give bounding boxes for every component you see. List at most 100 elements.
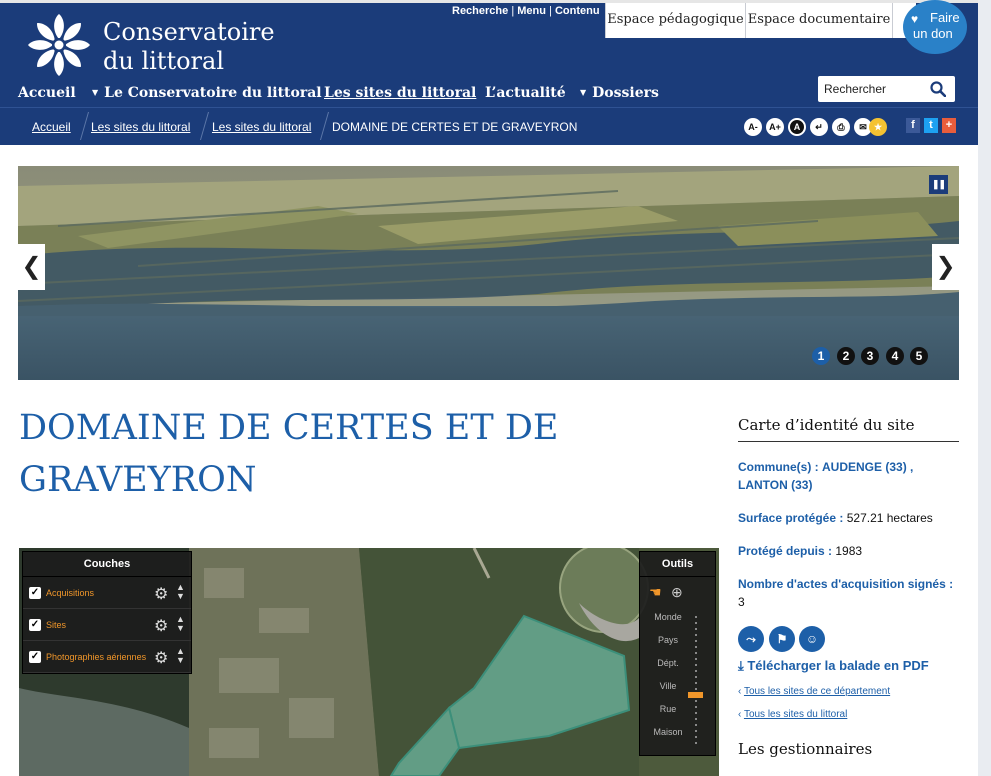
surface-value: 527.21 hectares (846, 511, 933, 525)
site-logo-text[interactable]: Conservatoire du littoral (103, 18, 275, 76)
zoom-level-ville[interactable]: Ville (640, 681, 696, 691)
slider-dot-5[interactable]: 5 (910, 347, 928, 365)
layer-name: Sites (46, 620, 67, 630)
flag-icon[interactable]: ⚑ (769, 626, 795, 652)
nav-actualite[interactable]: L’actualité (485, 85, 566, 101)
twitter-icon[interactable]: t (924, 118, 938, 133)
checkbox-checked-icon[interactable]: ✓ (29, 587, 41, 599)
zoom-level-monde[interactable]: Monde (640, 612, 696, 622)
utility-links: Recherche | Menu | Contenu (452, 5, 600, 17)
gear-icon[interactable]: ⚙ (154, 616, 168, 636)
breadcrumb-accueil[interactable]: Accueil (32, 120, 71, 134)
since-label: Protégé depuis : (738, 544, 833, 558)
donate-label-1: Faire (930, 10, 960, 25)
layers-panel: Couches ✓ Acquisitions ⚙ ▲ ▼ ✓ Sites ⚙ ▲ ▼… (22, 551, 192, 674)
share-plus-icon[interactable]: + (942, 118, 956, 133)
triangle-down-icon: ▼ (92, 87, 99, 97)
tab-espace-pedagogique[interactable]: Espace pédagogique (605, 3, 745, 38)
donate-button[interactable]: ♥ Faire un don (903, 0, 967, 54)
slider-prev-button[interactable]: ❮ (18, 244, 45, 290)
signpost-icon[interactable]: ⤳ (738, 626, 764, 652)
search-icon[interactable] (930, 81, 946, 97)
gear-icon[interactable]: ⚙ (154, 584, 168, 604)
triangle-down-icon: ▼ (580, 87, 587, 97)
star-icon[interactable]: ★ (869, 118, 887, 136)
breadcrumb-current: DOMAINE DE CERTES ET DE GRAVEYRON (332, 120, 578, 134)
link-label: Tous les sites du littoral (743, 709, 848, 720)
zoom-level-rue[interactable]: Rue (640, 704, 696, 714)
logo-line-1: Conservatoire (103, 18, 275, 46)
pan-hand-icon[interactable]: ☚ (649, 584, 662, 601)
zoom-slider-handle[interactable] (688, 692, 703, 698)
acts-field: Nombre d'actes d'acquisition signés : 3 (738, 575, 959, 611)
donate-label-2: un don (913, 26, 953, 41)
nav-accueil[interactable]: Accueil (18, 85, 76, 101)
surface-label: Surface protégée : (738, 511, 844, 525)
tools-panel-title: Outils (640, 552, 715, 577)
acts-label: Nombre d'actes d'acquisition signés : (738, 577, 954, 591)
link-all-sites[interactable]: ‹ Tous les sites du littoral (738, 709, 847, 720)
breadcrumb-separator (79, 112, 90, 140)
print-icon[interactable]: ⎙ (832, 118, 850, 136)
tab-espace-documentaire[interactable]: Espace documentaire (745, 3, 892, 38)
chevron-left-icon: ❮ (21, 252, 42, 280)
order-arrows-icon[interactable]: ▲ ▼ (176, 583, 185, 601)
family-icon[interactable]: ☺ (799, 626, 825, 652)
search-box (818, 76, 955, 102)
page: Conservatoire du littoral Recherche | Me… (0, 0, 978, 776)
pause-icon[interactable]: ❚❚ (929, 175, 948, 194)
utility-recherche-link[interactable]: Recherche (452, 5, 508, 17)
slider-dot-1[interactable]: 1 (812, 347, 830, 365)
contrast-icon[interactable]: A (788, 118, 806, 136)
search-input[interactable] (824, 79, 924, 99)
utility-menu-link[interactable]: Menu (517, 5, 546, 17)
layers-panel-title: Couches (23, 552, 191, 577)
since-value: 1983 (835, 544, 863, 558)
nav-dossiers[interactable]: ▼ Dossiers (580, 85, 659, 101)
breadcrumb-separator (199, 112, 210, 140)
acts-value: 3 (738, 595, 745, 609)
checkbox-checked-icon[interactable]: ✓ (29, 619, 41, 631)
order-arrows-icon[interactable]: ▲ ▼ (176, 647, 185, 665)
chevron-right-icon: ❯ (935, 252, 956, 280)
breadcrumb-separator (319, 112, 330, 140)
link-departement-sites[interactable]: ‹ Tous les sites de ce département (738, 686, 890, 697)
layer-row-sites: ✓ Sites ⚙ ▲ ▼ (23, 611, 191, 641)
logo-line-2: du littoral (103, 47, 224, 75)
page-title: DOMAINE DE CERTES ET DE GRAVEYRON (19, 408, 559, 500)
breadcrumb-sites[interactable]: Les sites du littoral (91, 120, 190, 134)
surface-field: Surface protégée : 527.21 hectares (738, 509, 959, 527)
download-pdf-label: Télécharger la balade en PDF (747, 658, 929, 673)
site-header: Conservatoire du littoral Recherche | Me… (0, 0, 978, 107)
site-map[interactable]: Couches ✓ Acquisitions ⚙ ▲ ▼ ✓ Sites ⚙ ▲ ▼… (19, 548, 719, 776)
order-arrows-icon[interactable]: ▲ ▼ (176, 615, 185, 633)
nav-conservatoire[interactable]: ▼ Le Conservatoire du littoral (92, 85, 322, 101)
decrease-font-icon[interactable]: A- (744, 118, 762, 136)
zoom-level-pays[interactable]: Pays (640, 635, 696, 645)
zoom-level-dept[interactable]: Dépt. (640, 658, 696, 668)
return-icon[interactable]: ↵ (810, 118, 828, 136)
layer-name: Acquisitions (46, 588, 95, 598)
nav-dossiers-label: Dossiers (592, 85, 659, 101)
zoom-slider-track[interactable] (695, 616, 697, 744)
sidebar-title: Carte d’identité du site (738, 416, 959, 442)
nav-sites-du-littoral[interactable]: Les sites du littoral (324, 85, 476, 101)
managers-heading: Les gestionnaires (738, 740, 873, 758)
breadcrumb-sites-2[interactable]: Les sites du littoral (212, 120, 311, 134)
slider-dot-4[interactable]: 4 (886, 347, 904, 365)
increase-font-icon[interactable]: A+ (766, 118, 784, 136)
slider-next-button[interactable]: ❯ (932, 244, 959, 290)
utility-contenu-link[interactable]: Contenu (555, 5, 600, 17)
flower-logo-icon[interactable] (24, 11, 94, 77)
layer-name: Photographies aériennes (46, 652, 147, 662)
checkbox-checked-icon[interactable]: ✓ (29, 651, 41, 663)
gear-icon[interactable]: ⚙ (154, 648, 168, 668)
download-pdf-link[interactable]: ⤓ Télécharger la balade en PDF (738, 658, 929, 674)
communes-label: Commune(s) : (738, 460, 819, 474)
slider-dot-2[interactable]: 2 (837, 347, 855, 365)
slider-dot-3[interactable]: 3 (861, 347, 879, 365)
facebook-icon[interactable]: f (906, 118, 920, 133)
download-icon: ⤓ (738, 658, 748, 673)
zoom-box-icon[interactable]: ⊕ (671, 584, 683, 601)
zoom-level-maison[interactable]: Maison (640, 727, 696, 737)
